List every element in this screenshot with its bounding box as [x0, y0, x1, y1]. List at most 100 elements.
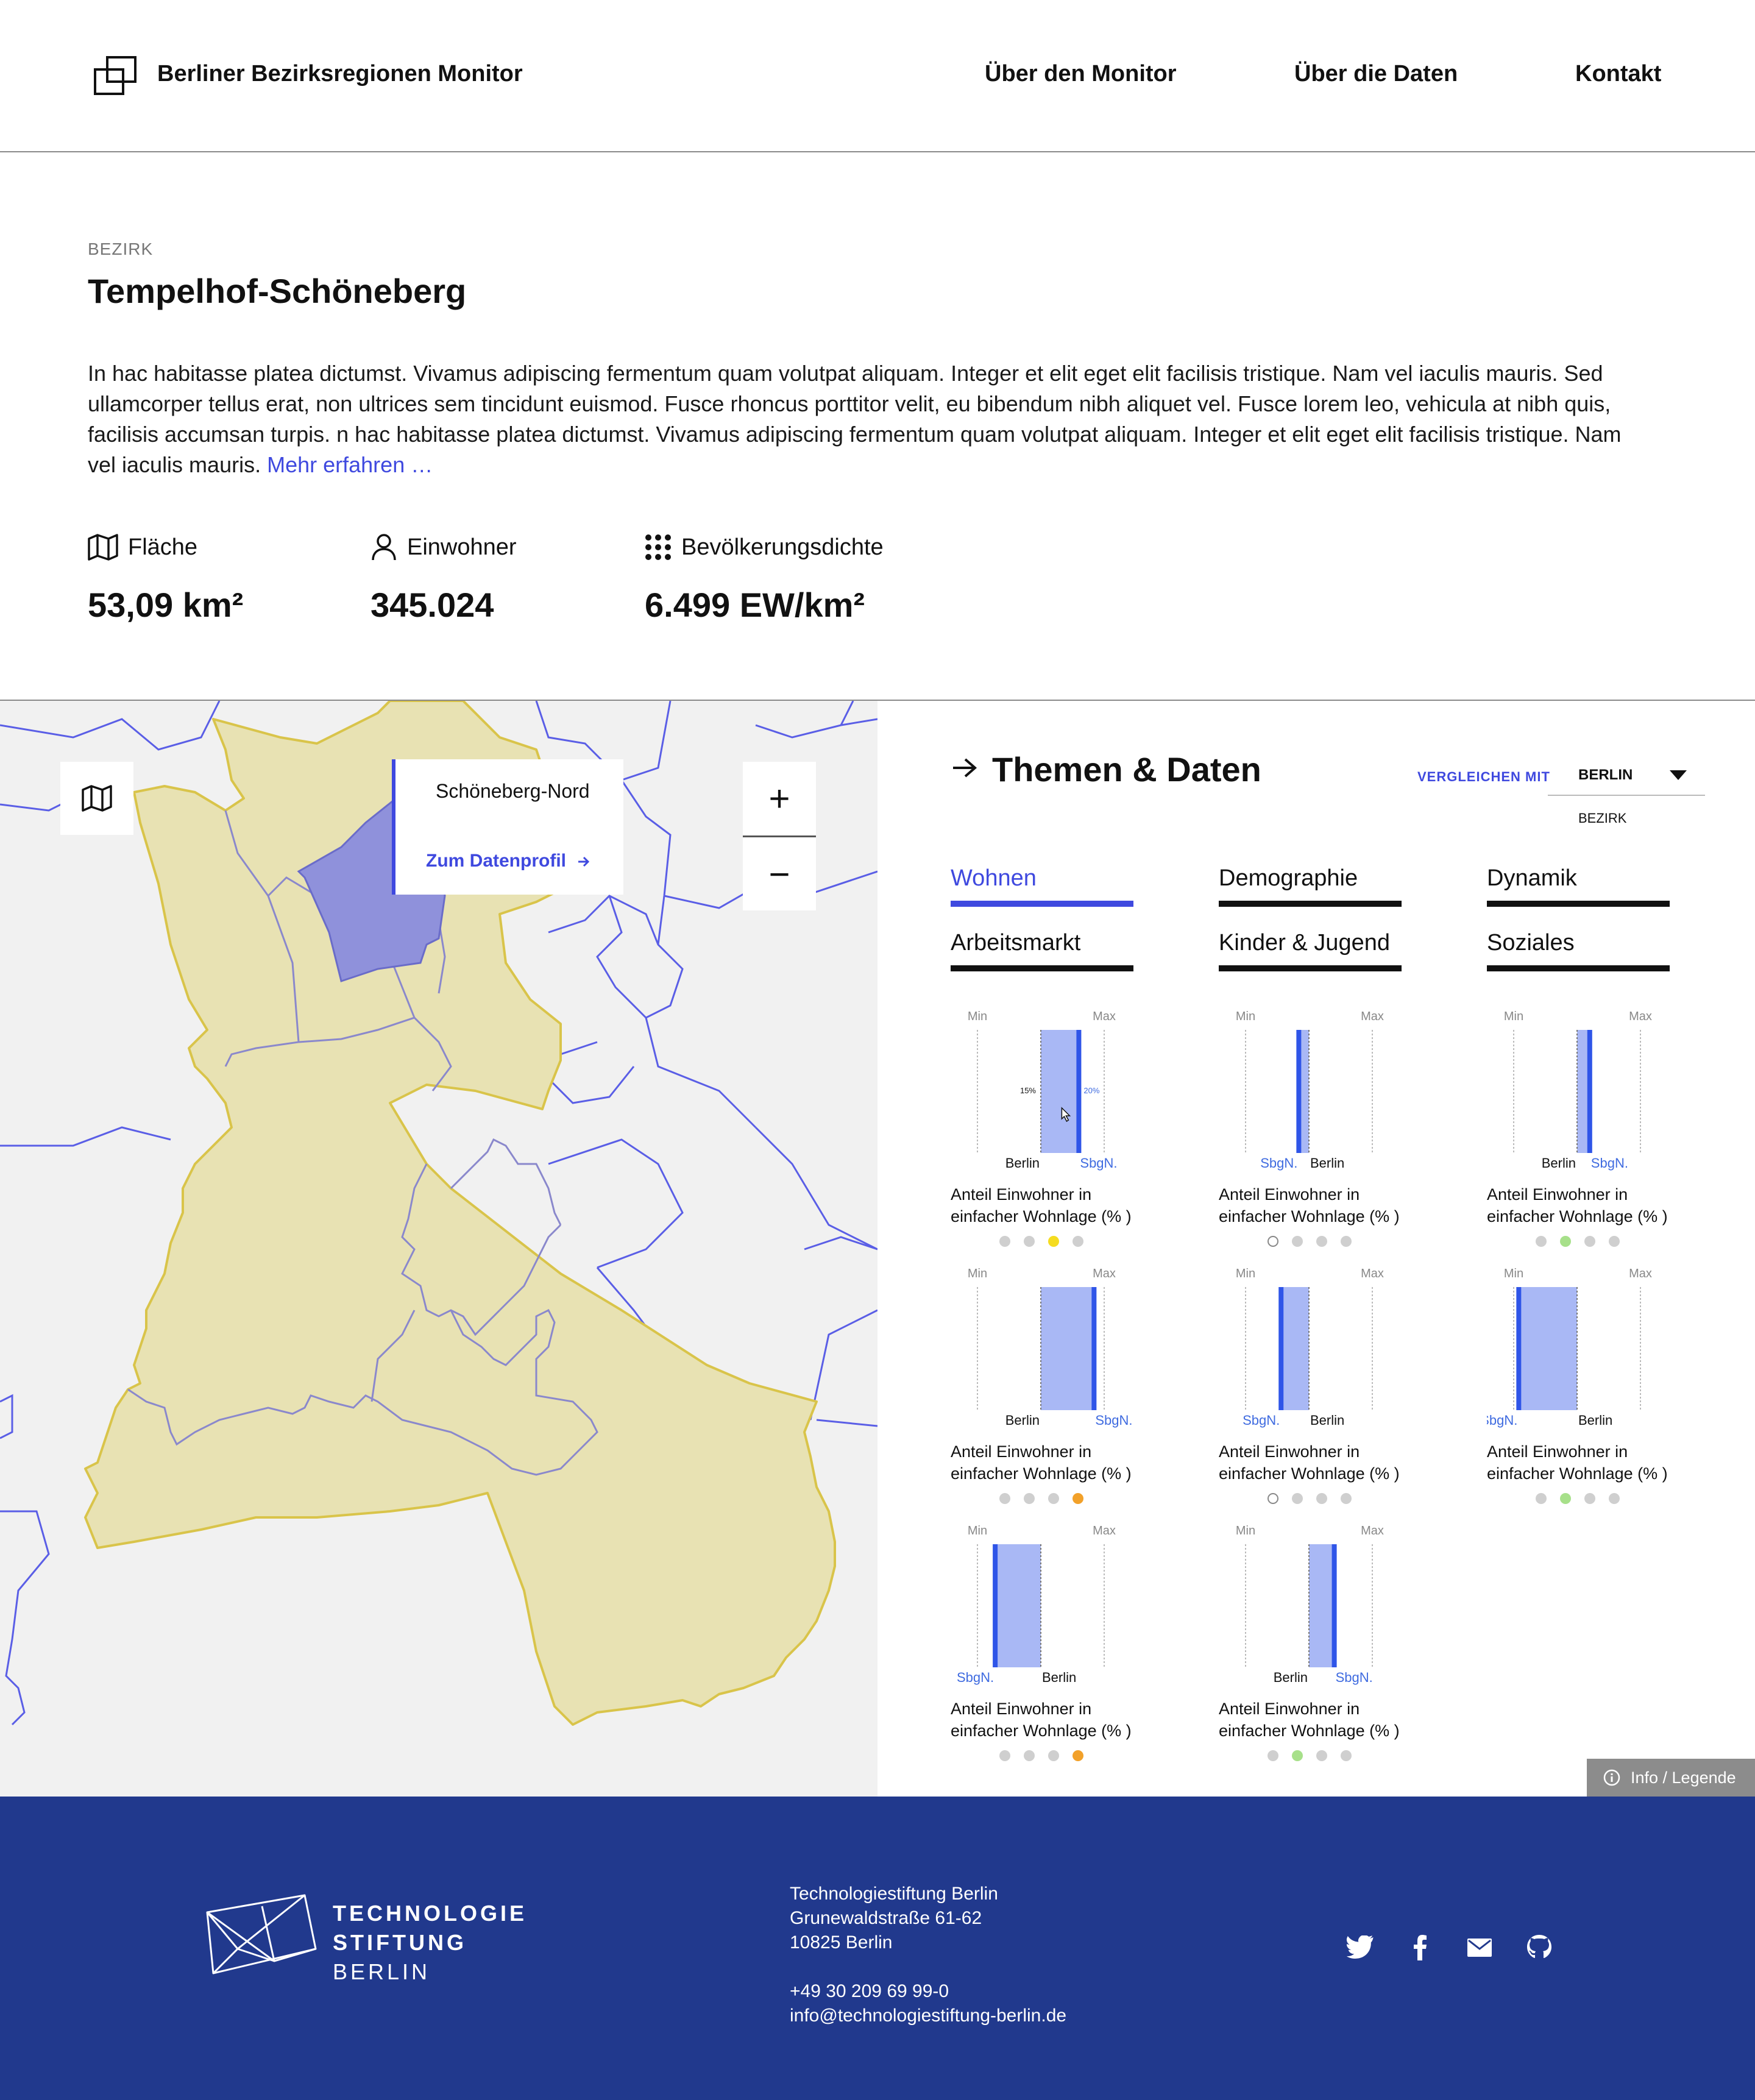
status-dot	[1316, 1236, 1327, 1247]
indicator-card[interactable]: Min Max Berlin SbgN. Anteil Einwohner in ein…	[1219, 1006, 1402, 1261]
region-marker	[1587, 1030, 1592, 1153]
footer-brand-line-2: STIFTUNG	[333, 1930, 467, 1955]
github-icon[interactable]	[1522, 1931, 1556, 1965]
footer-email[interactable]: info@technologiestiftung-berlin.de	[790, 2004, 1066, 2028]
indicator-label: Anteil Einwohner in einfacher Wohnlage (…	[951, 1185, 1132, 1226]
difference-bar	[1041, 1030, 1079, 1153]
indicator-card[interactable]: Min Max Berlin SbgN. 15% 20% Anteil Einwohner …	[951, 1006, 1133, 1261]
person-icon	[372, 534, 396, 561]
region-label: SbgN.	[957, 1670, 994, 1685]
axis-max-label: Max	[1361, 1267, 1384, 1280]
nav-contact[interactable]: Kontakt	[1575, 61, 1661, 87]
indicator-card[interactable]: Min Max Berlin SbgN. Anteil Einwohner in ein…	[1487, 1006, 1670, 1261]
compare-selected-value[interactable]: BERLIN	[1578, 767, 1633, 784]
region-marker	[1296, 1030, 1302, 1153]
layer-toggle-button[interactable]	[60, 762, 133, 835]
berlin-label: Berlin	[1310, 1155, 1344, 1171]
difference-bar	[995, 1544, 1041, 1667]
popup-profile-link-label[interactable]: Zum Datenprofil	[426, 851, 566, 871]
region-label: SbgN.	[1080, 1155, 1117, 1171]
status-dot	[1560, 1493, 1571, 1504]
status-dot	[1292, 1236, 1303, 1247]
site-header: Berliner Bezirksregionen Monitor Über de…	[0, 0, 1755, 152]
region-label: SbgN.	[1336, 1670, 1373, 1685]
facebook-icon[interactable]	[1403, 1931, 1437, 1965]
berlin-label: Berlin	[1542, 1155, 1576, 1171]
technologiestiftung-logo[interactable]	[201, 1894, 317, 1979]
axis-max-label: Max	[1093, 1267, 1116, 1280]
footer-spacer	[790, 1955, 1066, 1979]
status-dot	[1268, 1493, 1278, 1504]
status-dot	[1024, 1750, 1035, 1761]
indicator-card[interactable]: Min Max Berlin SbgN. Anteil Einwohner in ein…	[951, 1520, 1133, 1776]
status-dot	[1341, 1750, 1352, 1761]
tab-demographie[interactable]: Demographie	[1219, 865, 1402, 907]
berlin-label: Berlin	[1310, 1413, 1344, 1428]
axis-min-label: Min	[1504, 1010, 1523, 1023]
status-dot	[1341, 1493, 1352, 1504]
logo-icon[interactable]	[93, 56, 138, 96]
region-marker	[1091, 1287, 1097, 1410]
status-dot	[1316, 1750, 1327, 1761]
arrow-right-icon	[578, 857, 590, 867]
indicator-card[interactable]: Min Max Berlin SbgN. Anteil Einwohner in ein…	[1487, 1263, 1670, 1519]
tab-kinder-jugend[interactable]: Kinder & Jugend	[1219, 930, 1402, 971]
popup-profile-link[interactable]: Zum Datenprofil	[426, 851, 590, 871]
district-kicker: BEZIRK	[88, 239, 154, 258]
indicator-label: Anteil Einwohner in einfacher Wohnlage (…	[1219, 1700, 1400, 1740]
footer-phone[interactable]: +49 30 209 69 99-0	[790, 1979, 1066, 2004]
info-icon	[1603, 1769, 1620, 1786]
status-dot	[999, 1493, 1010, 1504]
status-dot	[1341, 1236, 1352, 1247]
axis-min-label: Min	[968, 1267, 987, 1280]
site-title[interactable]: Berliner Bezirksregionen Monitor	[157, 61, 523, 87]
stat-population: Einwohner 345.024	[370, 531, 517, 625]
zoom-in-button[interactable]: +	[743, 762, 816, 835]
difference-bar	[1041, 1287, 1094, 1410]
status-dot	[999, 1750, 1010, 1761]
berlin-label: Berlin	[1578, 1413, 1612, 1428]
indicator-card[interactable]: Min Max Berlin SbgN. Anteil Einwohner in ein…	[1219, 1520, 1402, 1776]
tab-soziales[interactable]: Soziales	[1487, 930, 1670, 971]
indicator-card[interactable]: Min Max Berlin SbgN. Anteil Einwohner in ein…	[1219, 1263, 1402, 1519]
chevron-down-icon	[1670, 770, 1687, 780]
region-label: SbgN.	[1487, 1413, 1517, 1428]
berlin-label: Berlin	[1005, 1413, 1040, 1428]
nav-about-monitor[interactable]: Über den Monitor	[985, 61, 1177, 87]
region-marker	[1331, 1544, 1337, 1667]
zoom-out-button[interactable]: −	[743, 837, 816, 910]
region-popup: Schöneberg-Nord Zum Datenprofil	[392, 759, 623, 895]
difference-bar	[1309, 1544, 1335, 1667]
status-dots	[999, 1750, 1083, 1761]
compare-select[interactable]: BERLIN	[1548, 761, 1705, 796]
topics-panel: Themen & Daten VERGLEICHEN MIT BERLIN BE…	[878, 700, 1755, 1797]
region-marker	[1516, 1287, 1522, 1410]
status-dots	[999, 1236, 1083, 1247]
tab-wohnen[interactable]: Wohnen	[951, 865, 1133, 907]
indicator-chart: Min Max Berlin SbgN.	[968, 1267, 1133, 1428]
mail-icon[interactable]	[1462, 1931, 1497, 1965]
stat-area-label: Fläche	[128, 534, 198, 560]
indicator-chart: Min Max Berlin SbgN. 15% 20%	[968, 1010, 1118, 1171]
popup-region-name: Schöneberg-Nord	[436, 780, 590, 802]
district-map[interactable]: Schöneberg-Nord Zum Datenprofil + −	[0, 700, 878, 1797]
info-legend-label[interactable]: Info / Legende	[1631, 1768, 1736, 1787]
stat-population-label: Einwohner	[407, 534, 517, 560]
nav-about-data[interactable]: Über die Daten	[1294, 61, 1458, 87]
compare-option-bezirk[interactable]: BEZIRK	[1578, 811, 1626, 826]
indicator-label: Anteil Einwohner in einfacher Wohnlage (…	[1487, 1442, 1668, 1483]
footer-address: Technologiestiftung Berlin Grunewaldstra…	[790, 1882, 1066, 2028]
twitter-icon[interactable]	[1343, 1931, 1377, 1965]
tab-arbeitsmarkt[interactable]: Arbeitsmarkt	[951, 930, 1133, 971]
tab-dynamik[interactable]: Dynamik	[1487, 865, 1670, 907]
indicator-label: Anteil Einwohner in einfacher Wohnlage (…	[1219, 1185, 1400, 1226]
axis-min-label: Min	[1504, 1267, 1523, 1280]
berlin-label: Berlin	[1042, 1670, 1076, 1685]
indicator-card[interactable]: Min Max Berlin SbgN. Anteil Einwohner in ein…	[951, 1263, 1133, 1519]
info-legend-button[interactable]: Info / Legende	[1587, 1759, 1755, 1797]
status-dot	[1536, 1493, 1547, 1504]
status-dot	[1609, 1236, 1620, 1247]
map-icon	[82, 785, 112, 812]
region-label: SbgN.	[1243, 1413, 1280, 1428]
more-link[interactable]: Mehr erfahren …	[267, 452, 433, 477]
